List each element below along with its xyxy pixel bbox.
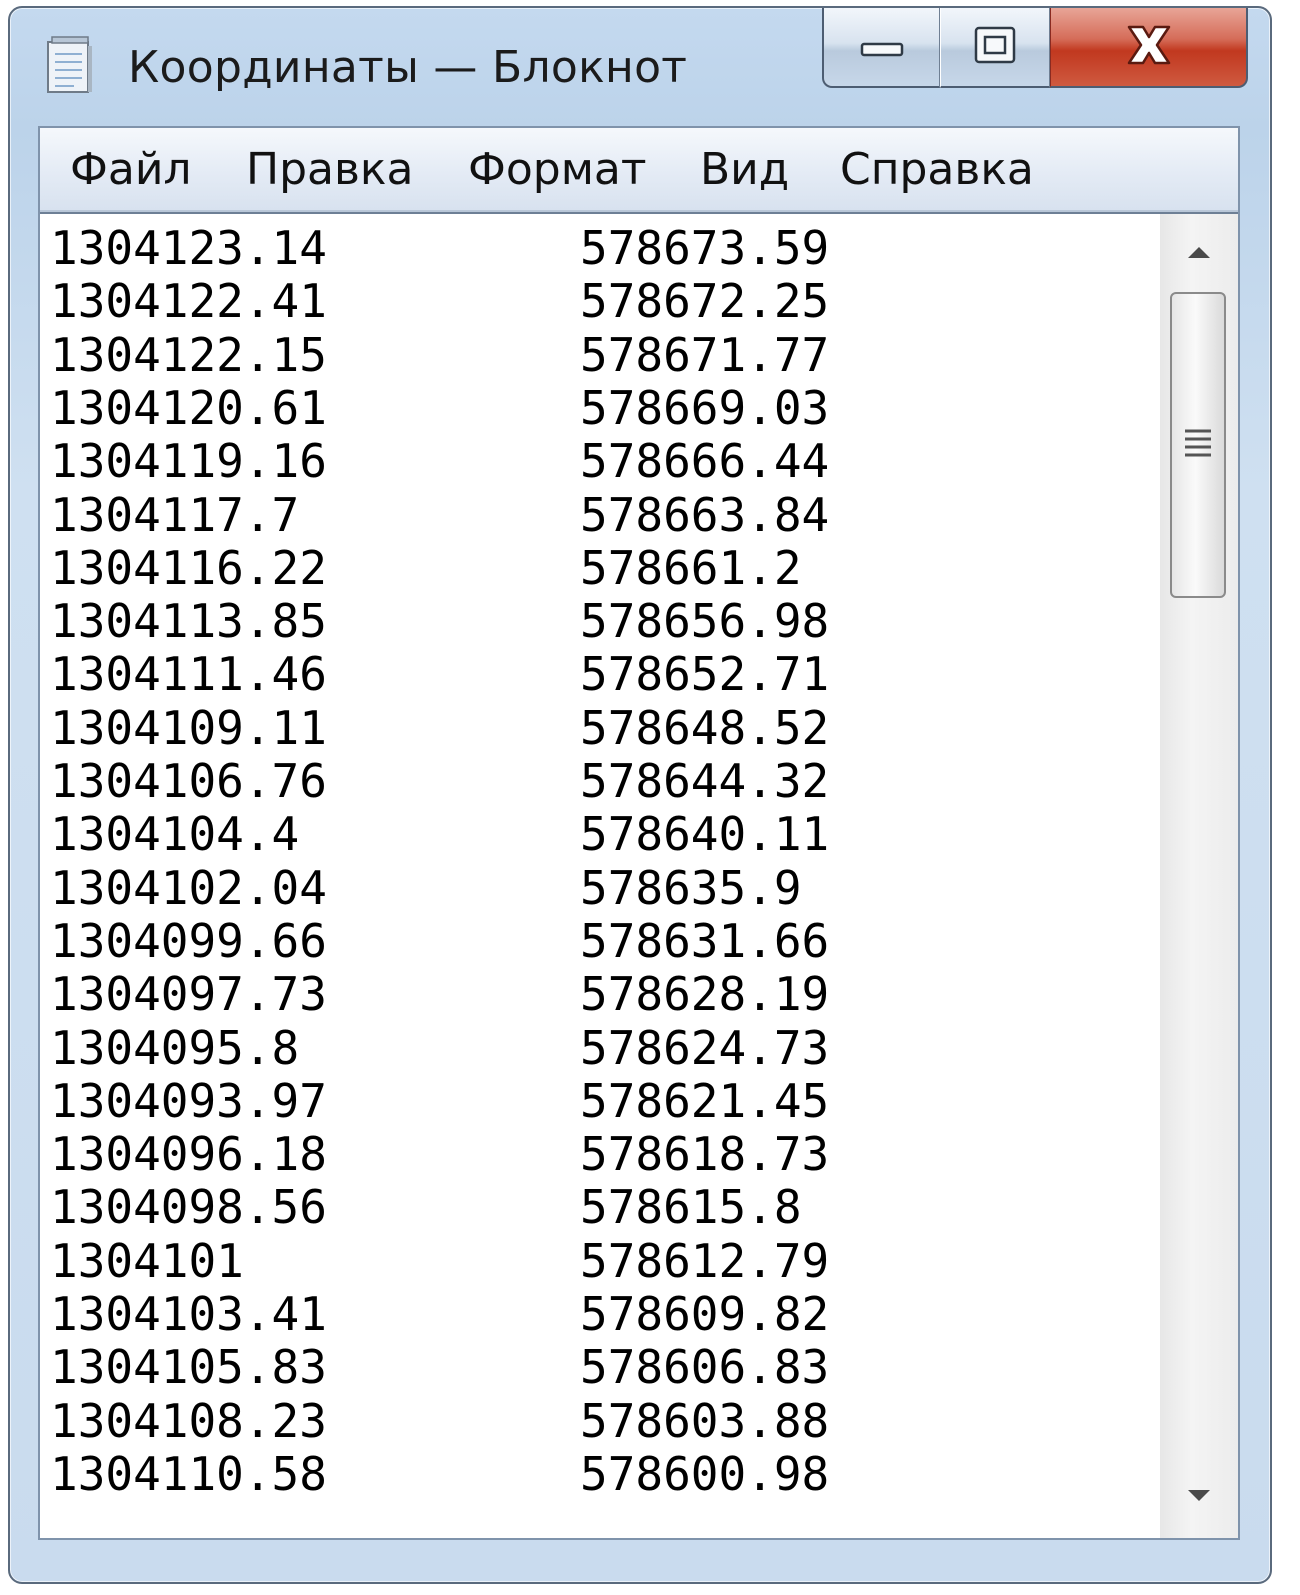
- notepad-window: Координаты — Блокнот Файл Правка Формат …: [8, 6, 1272, 1584]
- title-bar[interactable]: Координаты — Блокнот: [10, 8, 1270, 128]
- coordinate-x: 1304111.46: [50, 647, 327, 702]
- arrow-up-icon: [1185, 243, 1213, 265]
- coordinate-y: 578624.73: [580, 1020, 830, 1075]
- coordinate-y: 578648.52: [580, 700, 830, 755]
- menu-file[interactable]: Файл: [70, 144, 192, 195]
- coordinate-x: 1304108.23: [50, 1393, 327, 1448]
- coordinate-y: 578603.88: [580, 1393, 830, 1448]
- coordinate-y: 578640.11: [580, 807, 830, 862]
- coordinate-y: 578652.71: [580, 647, 830, 702]
- coordinate-x: 1304102.04: [50, 860, 327, 915]
- coordinate-y: 578618.73: [580, 1127, 830, 1182]
- coordinate-y: 578609.82: [580, 1287, 830, 1341]
- coordinate-x: 1304113.85: [50, 594, 327, 649]
- close-button[interactable]: [1050, 8, 1248, 88]
- coordinate-x: 1304101: [50, 1233, 244, 1288]
- coordinate-y: 578631.66: [580, 913, 830, 968]
- coordinate-x: 1304103.41: [50, 1287, 327, 1341]
- coordinate-x: 1304116.22: [50, 540, 327, 595]
- scroll-up-button[interactable]: [1160, 214, 1238, 294]
- maximize-button[interactable]: [940, 8, 1050, 88]
- coordinate-x: 1304106.76: [50, 754, 327, 808]
- coordinate-y: 578673.59: [580, 221, 830, 275]
- coordinate-x: 1304123.14: [50, 221, 327, 275]
- client-area: Файл Правка Формат Вид Справка 1304123.1…: [38, 126, 1240, 1540]
- coordinate-x: 1304095.8: [50, 1020, 300, 1075]
- coordinate-y: 578606.83: [580, 1340, 830, 1395]
- coordinate-y: 578615.8: [580, 1180, 802, 1235]
- close-icon: [1123, 23, 1175, 71]
- coordinate-y: 578666.44: [580, 434, 830, 489]
- coordinate-x: 1304110.58: [50, 1446, 327, 1501]
- coordinate-y: 578621.45: [580, 1073, 830, 1128]
- coordinate-y: 578671.77: [580, 327, 830, 382]
- menu-view[interactable]: Вид: [700, 144, 789, 195]
- coordinate-y: 578612.79: [580, 1233, 830, 1288]
- coordinate-x: 1304122.41: [50, 274, 327, 329]
- coordinate-y: 578635.9: [580, 860, 802, 915]
- text-editor[interactable]: 1304123.14 578673.59 1304122.41 578672.25 13…: [40, 212, 1160, 1538]
- minimize-button[interactable]: [822, 8, 940, 88]
- caption-buttons: [822, 8, 1248, 90]
- coordinate-x: 1304105.83: [50, 1340, 327, 1395]
- coordinate-x: 1304096.18: [50, 1127, 327, 1182]
- window-title: Координаты — Блокнот: [128, 42, 688, 93]
- coordinate-x: 1304097.73: [50, 967, 327, 1022]
- maximize-icon: [973, 25, 1017, 69]
- scroll-down-button[interactable]: [1160, 1458, 1238, 1538]
- menu-bar: Файл Правка Формат Вид Справка: [40, 128, 1238, 212]
- coordinate-y: 578656.98: [580, 594, 830, 649]
- scroll-thumb[interactable]: [1170, 292, 1226, 598]
- coordinate-x: 1304117.7: [50, 487, 300, 542]
- minimize-icon: [859, 32, 905, 62]
- coordinate-x: 1304120.61: [50, 380, 327, 435]
- menu-format[interactable]: Формат: [468, 144, 647, 195]
- coordinate-y: 578661.2: [580, 540, 802, 595]
- menu-help[interactable]: Справка: [840, 144, 1034, 195]
- coordinate-y: 578644.32: [580, 754, 830, 808]
- coordinate-y: 578600.98: [580, 1446, 830, 1501]
- coordinate-y: 578669.03: [580, 380, 830, 435]
- coordinate-x: 1304098.56: [50, 1180, 327, 1235]
- coordinate-x: 1304093.97: [50, 1073, 327, 1128]
- notepad-icon: [44, 34, 96, 96]
- menu-edit[interactable]: Правка: [246, 144, 413, 195]
- coordinate-y: 578672.25: [580, 274, 830, 329]
- coordinate-x: 1304122.15: [50, 327, 327, 382]
- coordinate-x: 1304104.4: [50, 807, 300, 862]
- coordinate-x: 1304119.16: [50, 434, 327, 489]
- coordinate-y: 578663.84: [580, 487, 830, 542]
- coordinate-y: 578628.19: [580, 967, 830, 1022]
- arrow-down-icon: [1185, 1487, 1213, 1509]
- grip-icon: [1183, 425, 1213, 465]
- coordinate-x: 1304099.66: [50, 913, 327, 968]
- coordinate-x: 1304109.11: [50, 700, 327, 755]
- vertical-scrollbar[interactable]: [1160, 212, 1238, 1538]
